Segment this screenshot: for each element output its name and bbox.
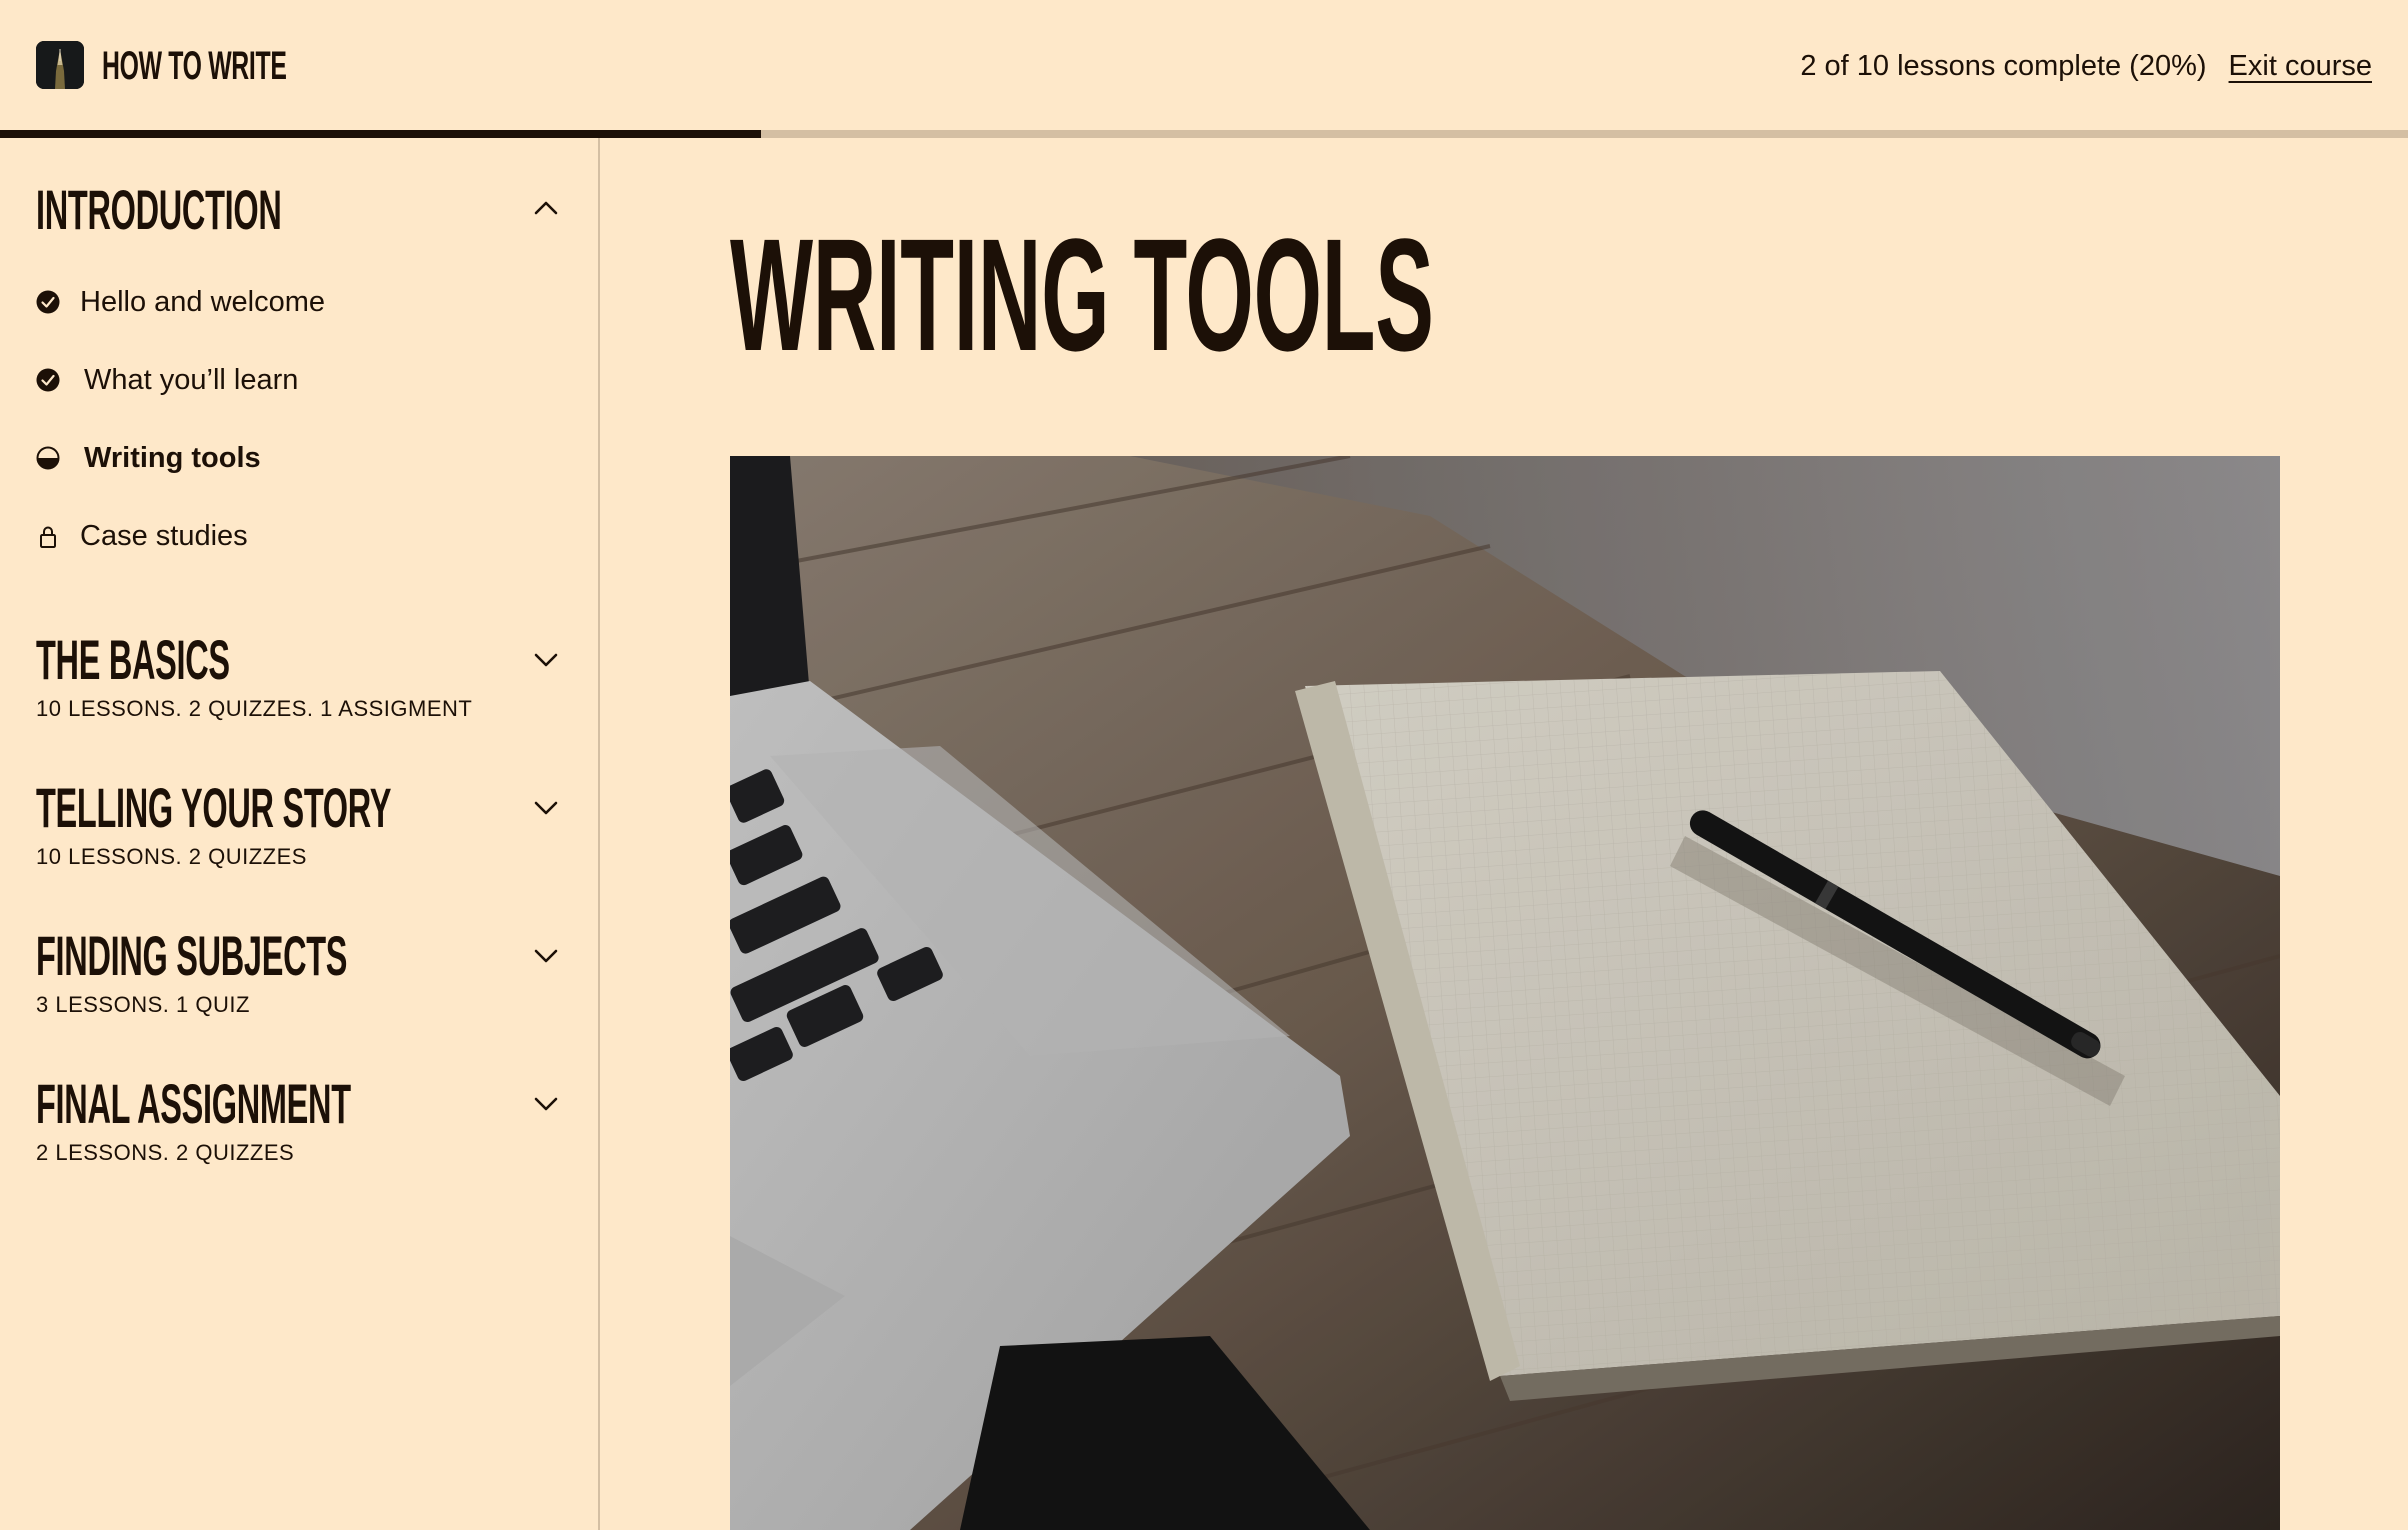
check-circle-icon xyxy=(36,290,60,314)
course-outline-sidebar: INTRODUCTION Hello and welcome What you’… xyxy=(0,138,600,1530)
lesson-item-locked[interactable]: Case studies xyxy=(36,516,248,556)
section-meta: 10 LESSONS. 2 QUIZZES xyxy=(36,844,307,869)
section-introduction: INTRODUCTION Hello and welcome What you’… xyxy=(36,180,560,600)
course-brand-title[interactable]: HOW TO WRITE xyxy=(102,44,287,88)
section-the-basics[interactable]: THE BASICS 10 LESSONS. 2 QUIZZES. 1 ASSI… xyxy=(36,630,560,730)
section-telling-your-story[interactable]: TELLING YOUR STORY 10 LESSONS. 2 QUIZZES xyxy=(36,778,560,878)
section-title[interactable]: TELLING YOUR STORY xyxy=(36,778,391,838)
lesson-label: What you’ll learn xyxy=(84,363,299,396)
chevron-up-icon[interactable] xyxy=(532,194,560,222)
lesson-title: WRITING TOOLS xyxy=(730,205,1434,384)
chevron-down-icon[interactable] xyxy=(532,942,560,970)
chevron-down-icon[interactable] xyxy=(532,646,560,674)
pencil-tip-icon[interactable] xyxy=(36,41,84,89)
section-finding-subjects[interactable]: FINDING SUBJECTS 3 LESSONS. 1 QUIZ xyxy=(36,926,560,1026)
hero-image xyxy=(730,456,2280,1530)
progress-summary: 2 of 10 lessons complete (20%) xyxy=(1800,49,2207,82)
course-progress-bar xyxy=(0,130,2408,138)
header-actions: 2 of 10 lessons complete (20%) Exit cour… xyxy=(1800,46,2372,86)
course-progress-fill xyxy=(0,130,761,138)
section-title[interactable]: FINDING SUBJECTS xyxy=(36,926,347,986)
section-title[interactable]: FINAL ASSIGNMENT xyxy=(36,1074,351,1134)
section-final-assignment[interactable]: FINAL ASSIGNMENT 2 LESSONS. 2 QUIZZES xyxy=(36,1074,560,1174)
lesson-item[interactable]: What you’ll learn xyxy=(36,360,298,400)
chevron-down-icon[interactable] xyxy=(532,1090,560,1118)
section-title[interactable]: INTRODUCTION xyxy=(36,180,282,240)
lesson-label: Case studies xyxy=(80,519,248,552)
chevron-down-icon[interactable] xyxy=(532,794,560,822)
check-circle-icon xyxy=(36,368,60,392)
section-meta: 2 LESSONS. 2 QUIZZES xyxy=(36,1140,295,1165)
lock-icon xyxy=(36,524,60,548)
exit-course-link[interactable]: Exit course xyxy=(2229,50,2372,83)
section-meta: 10 LESSONS. 2 QUIZZES. 1 ASSIGMENT xyxy=(36,696,473,721)
lesson-item-current[interactable]: Writing tools xyxy=(36,438,261,478)
section-title[interactable]: THE BASICS xyxy=(36,630,230,690)
lesson-label: Hello and welcome xyxy=(80,285,326,318)
lesson-item[interactable]: Hello and welcome xyxy=(36,282,325,322)
section-meta: 3 LESSONS. 1 QUIZ xyxy=(36,992,250,1017)
half-circle-icon xyxy=(36,446,60,470)
top-bar: HOW TO WRITE 2 of 10 lessons complete (2… xyxy=(0,0,2408,130)
lesson-label: Writing tools xyxy=(84,441,261,474)
